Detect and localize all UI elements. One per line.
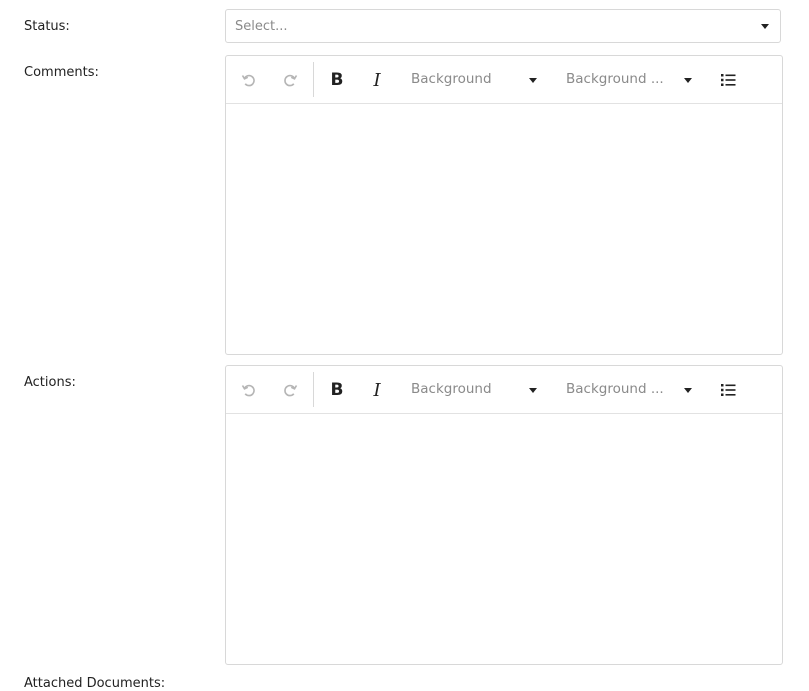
status-label: Status:	[24, 19, 70, 34]
bold-button[interactable]: B	[323, 376, 351, 404]
comments-editor: B I Background Background ...	[225, 55, 783, 355]
background-color-dropdown-label: Background ...	[566, 381, 664, 397]
comments-label: Comments:	[24, 65, 99, 80]
redo-icon[interactable]	[276, 376, 304, 404]
redo-icon[interactable]	[276, 66, 304, 94]
bold-icon: B	[330, 70, 344, 90]
italic-icon: I	[373, 69, 381, 91]
bulleted-list-button[interactable]	[715, 66, 743, 94]
toolbar-separator	[313, 372, 314, 407]
background-dropdown[interactable]: Background	[411, 68, 541, 92]
actions-editor: B I Background Background ...	[225, 365, 783, 665]
actions-text-area[interactable]	[226, 414, 782, 664]
bold-button[interactable]: B	[323, 66, 351, 94]
background-color-dropdown[interactable]: Background ...	[566, 68, 696, 92]
background-color-dropdown[interactable]: Background ...	[566, 378, 696, 402]
actions-label: Actions:	[24, 375, 76, 390]
comments-text-area[interactable]	[226, 104, 782, 354]
background-dropdown-label: Background	[411, 71, 492, 87]
italic-icon: I	[373, 379, 381, 401]
chevron-down-icon	[529, 388, 537, 393]
italic-button[interactable]: I	[363, 376, 391, 404]
status-select-placeholder: Select...	[235, 19, 288, 34]
chevron-down-icon	[529, 78, 537, 83]
toolbar-separator	[313, 62, 314, 97]
bold-icon: B	[330, 380, 344, 400]
actions-toolbar: B I Background Background ...	[226, 366, 782, 414]
chevron-down-icon	[684, 78, 692, 83]
chevron-down-icon	[684, 388, 692, 393]
background-dropdown[interactable]: Background	[411, 378, 541, 402]
bulleted-list-icon	[721, 384, 736, 396]
undo-icon[interactable]	[235, 376, 263, 404]
background-color-dropdown-label: Background ...	[566, 71, 664, 87]
bulleted-list-button[interactable]	[715, 376, 743, 404]
bulleted-list-icon	[721, 74, 736, 86]
undo-icon[interactable]	[235, 66, 263, 94]
italic-button[interactable]: I	[363, 66, 391, 94]
background-dropdown-label: Background	[411, 381, 492, 397]
chevron-down-icon	[761, 24, 769, 29]
status-select[interactable]: Select...	[225, 9, 781, 43]
comments-toolbar: B I Background Background ...	[226, 56, 782, 104]
